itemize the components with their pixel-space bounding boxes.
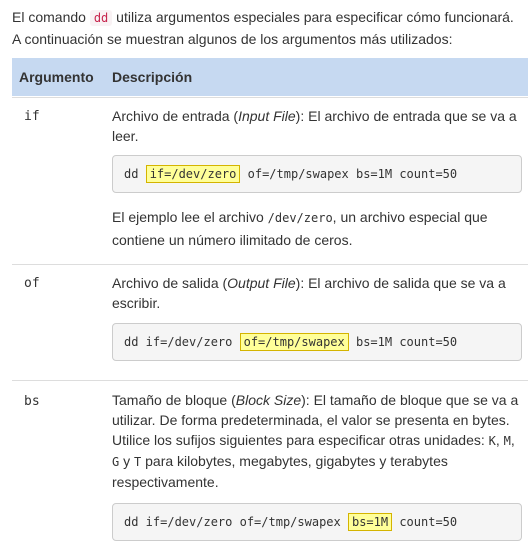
highlight-bs: bs=1M: [347, 513, 393, 531]
description-if: Archivo de entrada (Input File): El arch…: [112, 108, 517, 144]
unit-g: G: [112, 455, 120, 469]
table-header: Argumento Descripción: [12, 58, 528, 96]
highlight-of: of=/tmp/swapex: [239, 333, 349, 351]
intro-command-code: dd: [89, 10, 113, 26]
description-bs: Tamaño de bloque (Block Size): El tamaño…: [112, 392, 519, 490]
intro-text-line2: A continuación se muestran algunos de lo…: [12, 31, 453, 47]
note-code-dev-zero: /dev/zero: [267, 211, 333, 225]
note-if: El ejemplo lee el archivo /dev/zero, un …: [112, 209, 488, 248]
table-row-if: if Archivo de entrada (Input File): El a…: [12, 97, 528, 265]
argument-bs: bs: [24, 394, 40, 409]
table-row-bs: bs Tamaño de bloque (Block Size): El tam…: [12, 380, 528, 541]
unit-k: K: [488, 434, 496, 448]
intro-paragraph: El comando dd utiliza argumentos especia…: [12, 7, 522, 50]
header-descripcion: Descripción: [112, 69, 193, 85]
highlight-if: if=/dev/zero: [145, 165, 241, 183]
intro-text-after: utiliza argumentos especiales para espec…: [112, 9, 514, 25]
intro-text-before: El comando: [12, 9, 86, 25]
unit-m: M: [503, 434, 511, 448]
table-row-of: of Archivo de salida (Output File): El a…: [12, 264, 528, 380]
argument-of: of: [24, 276, 40, 291]
description-of: Archivo de salida (Output File): El arch…: [112, 275, 506, 311]
code-block-of: dd if=/dev/zero of=/tmp/swapex bs=1M cou…: [112, 323, 522, 361]
argument-if: if: [24, 109, 40, 124]
header-argumento: Argumento: [19, 69, 94, 85]
code-block-bs: dd if=/dev/zero of=/tmp/swapex bs=1M cou…: [112, 503, 522, 541]
code-block-if: dd if=/dev/zero of=/tmp/swapex bs=1M cou…: [112, 155, 522, 193]
